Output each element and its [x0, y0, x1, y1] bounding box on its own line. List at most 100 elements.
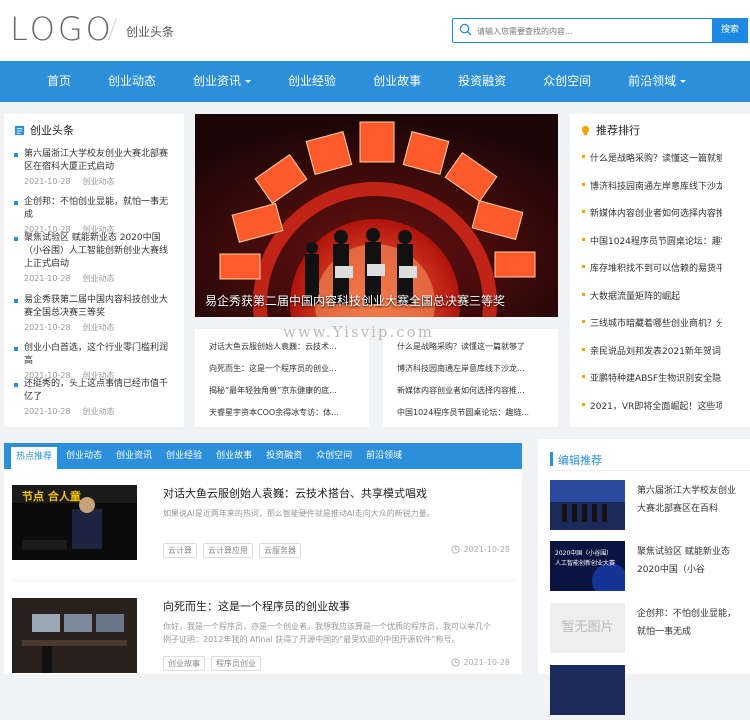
- category-tab[interactable]: 创业资讯: [111, 443, 157, 469]
- article-tag[interactable]: 云计算应用: [203, 543, 253, 558]
- editor-divider: [550, 470, 750, 471]
- headline-item[interactable]: 创业小白首选，这个行业零门槛利润高 2021-10-28 创业动态: [14, 342, 174, 381]
- site-slogan: 创业头条: [126, 25, 175, 39]
- category-tab[interactable]: 创业故事: [211, 443, 257, 469]
- nav-item[interactable]: 投资融资: [446, 61, 518, 102]
- headline-item-title[interactable]: 易企秀获第二届中国内容科技创业大赛全国总决赛三等奖: [14, 294, 174, 320]
- editor-thumbnail[interactable]: 暂无图片: [550, 603, 625, 653]
- site-logo[interactable]: LOGO: [10, 10, 114, 48]
- article-card[interactable]: 向死而生：这是一个程序员的创业故事 你好，我是一个程序员，亦是一个创业者。我想我…: [4, 582, 522, 674]
- article-tag[interactable]: 云服务器: [259, 543, 301, 558]
- headline-item-title[interactable]: 创业小白首选，这个行业零门槛利润高: [14, 342, 174, 368]
- search-input[interactable]: [477, 23, 707, 39]
- editor-item[interactable]: [550, 665, 740, 720]
- rank-item[interactable]: 大数据流量矩阵的崛起: [582, 289, 722, 302]
- sub-list-item[interactable]: 什么是战略采购？读懂这一篇就够了: [397, 341, 547, 352]
- article-card[interactable]: 节点 合人童 对话大鱼云服创始人袁巍：云技术搭台、共享模式唱戏 如果说AI是近两…: [4, 469, 522, 589]
- category-tab[interactable]: 前沿领域: [361, 443, 407, 469]
- article-thumbnail[interactable]: 节点 合人童: [12, 485, 137, 560]
- editor-thumbnail[interactable]: 2020中国（小谷围） 人工智能创新创业大赛: [550, 541, 625, 591]
- editor-item[interactable]: 暂无图片 企创邦：不怕创业显能，就怕一事无成: [550, 603, 740, 658]
- headline-item-category[interactable]: 创业动态: [83, 177, 115, 186]
- thumb-text: 人工智能创新创业大赛: [555, 559, 615, 567]
- nav-item[interactable]: 创业经验: [276, 61, 348, 102]
- headline-item-title[interactable]: 还挺秀的，头上这点事情已经市值千亿了: [14, 378, 174, 404]
- nav-item[interactable]: 首页: [35, 61, 83, 102]
- article-tag[interactable]: 云计算: [163, 543, 197, 558]
- article-divider: [14, 580, 514, 581]
- headline-item-meta: 2021-10-28 创业动态: [14, 273, 174, 284]
- feature-banner[interactable]: 易企秀获第二届中国内容科技创业大赛全国总决赛三等奖: [195, 114, 558, 317]
- article-title[interactable]: 对话大鱼云服创始人袁巍：云技术搭台、共享模式唱戏: [163, 485, 427, 501]
- headline-item-category[interactable]: 创业动态: [83, 323, 115, 332]
- thumb-image: 2020中国（小谷围） 人工智能创新创业大赛: [550, 541, 625, 591]
- editor-thumbnail[interactable]: [550, 665, 625, 715]
- nav-item[interactable]: 创业动态: [96, 61, 168, 102]
- category-tab[interactable]: 创业动态: [61, 443, 107, 469]
- headline-item[interactable]: 第六届浙江大学校友创业大赛北部赛区在宿科大厦正式启动 2021-10-28 创业动态: [14, 148, 174, 187]
- sub-list-item[interactable]: 揭秘“最年轻独角兽”京东健康的底...: [209, 385, 359, 396]
- no-image-placeholder: 暂无图片: [561, 620, 614, 635]
- headline-item[interactable]: 还挺秀的，头上这点事情已经市值千亿了 2021-10-28 创业动态: [14, 378, 174, 417]
- main-nav: 首页 创业动态 创业资讯 创业经验 创业故事 投资融资 众创空间 前沿领域: [0, 61, 750, 102]
- document-icon: [14, 125, 25, 135]
- sub-list-item[interactable]: 天睿星宇资本COO余得冰专访：体...: [209, 407, 359, 418]
- headline-item-date: 2021-10-28: [24, 323, 71, 332]
- nav-item[interactable]: 众创空间: [531, 61, 603, 102]
- rank-item[interactable]: 库存堆积找不到可以信赖的易货平: [582, 261, 722, 274]
- editor-thumbnail[interactable]: [550, 480, 625, 530]
- nav-item[interactable]: 创业资讯: [181, 61, 263, 102]
- headline-item[interactable]: 聚焦试验区 赋能新业态 2020中国（小谷围）人工智能创新创业大赛线上正式启动 2…: [14, 232, 174, 284]
- headline-item[interactable]: 企创邦：不怕创业显能，就怕一事无成 2021-10-28 创业动态: [14, 196, 174, 235]
- nav-item-label: 投资融资: [458, 74, 507, 88]
- search-icon: [459, 23, 472, 36]
- article-date-text: 2021-10-28: [463, 658, 511, 667]
- article-title[interactable]: 向死而生：这是一个程序员的创业故事: [163, 598, 350, 614]
- article-tag[interactable]: 创业故事: [163, 656, 205, 671]
- headline-item-meta: 2021-10-28 创业动态: [14, 322, 174, 333]
- category-tab[interactable]: 创业经验: [161, 443, 207, 469]
- sub-list-item[interactable]: 博济科技园南通左岸意库线下沙龙...: [397, 363, 547, 374]
- category-tab[interactable]: 热点推荐: [11, 447, 58, 469]
- headline-item-title[interactable]: 聚焦试验区 赋能新业态 2020中国（小谷围）人工智能创新创业大赛线上正式启动: [14, 232, 174, 271]
- sub-list-item[interactable]: 中国1024程序员节圆桌论坛：趣链...: [397, 407, 547, 418]
- rank-item[interactable]: 亲民说品刘邦发表2021新年贺词：为: [582, 344, 722, 357]
- article-desc: 如果说AI是近两年来的热词，那么智能硬件就是推动AI走向大众的新锐力量。: [163, 509, 435, 518]
- thumb-text: 2020中国（小谷围）: [555, 549, 612, 557]
- headline-item-title[interactable]: 企创邦：不怕创业显能，就怕一事无成: [14, 196, 174, 222]
- sub-list-item[interactable]: 新媒体内容创业者如何选择内容推...: [397, 385, 547, 396]
- category-tab[interactable]: 投资融资: [261, 443, 307, 469]
- headline-item-category[interactable]: 创业动态: [83, 407, 115, 416]
- sub-list-item[interactable]: 对话大鱼云服创始人袁巍：云技术...: [209, 341, 359, 352]
- rank-item[interactable]: 三线城市暗藏着哪些创业商机？分享: [582, 316, 722, 329]
- banner-caption[interactable]: 易企秀获第二届中国内容科技创业大赛全国总决赛三等奖: [205, 292, 505, 309]
- nav-item[interactable]: 前沿领域: [616, 61, 698, 102]
- rank-item[interactable]: 亚鹏特种建ABSF生物识别安全隐患: [582, 371, 722, 384]
- search-button[interactable]: 搜索: [712, 18, 748, 43]
- rank-item[interactable]: 新媒体内容创业者如何选择内容推广: [582, 206, 722, 219]
- rank-item[interactable]: 2021，VR即将全面崛起！这些项目抓: [582, 399, 722, 412]
- nav-item-label: 众创空间: [543, 74, 592, 88]
- article-tag[interactable]: 程序员创业: [211, 656, 261, 671]
- headline-item-title[interactable]: 第六届浙江大学校友创业大赛北部赛区在宿科大厦正式启动: [14, 148, 174, 174]
- rank-item[interactable]: 什么是战略采购？读懂这一篇就够了: [582, 151, 722, 164]
- article-date-text: 2021-10-28: [463, 545, 511, 554]
- sub-list-item[interactable]: 向死而生：这是一个程序员的创业...: [209, 363, 359, 374]
- editor-item-title[interactable]: 第六届浙江大学校友创业大赛北部赛区在百科: [637, 482, 742, 518]
- editor-item-title[interactable]: 聚焦试验区 赋能新业态 2020中国（小谷: [637, 543, 742, 579]
- top-header: LOGO 创业头条 搜索: [0, 0, 750, 61]
- headline-item-category[interactable]: 创业动态: [83, 274, 115, 283]
- sub-list-left: 对话大鱼云服创始人袁巍：云技术... 向死而生：这是一个程序员的创业... 揭秘“最…: [195, 329, 369, 427]
- rank-item[interactable]: 博济科技园南通左岸意库线下沙龙读: [582, 179, 722, 192]
- nav-item[interactable]: 创业故事: [361, 61, 433, 102]
- nav-item-label: 前沿领域: [628, 74, 677, 88]
- headline-item[interactable]: 易企秀获第二届中国内容科技创业大赛全国总决赛三等奖 2021-10-28 创业动态: [14, 294, 174, 333]
- editor-item-title[interactable]: 企创邦：不怕创业显能，就怕一事无成: [637, 605, 742, 641]
- category-tab[interactable]: 众创空间: [311, 443, 357, 469]
- rank-item[interactable]: 中国1024程序员节圆桌论坛：趣链科: [582, 234, 722, 247]
- article-thumbnail[interactable]: [12, 598, 137, 673]
- editor-item[interactable]: 第六届浙江大学校友创业大赛北部赛区在百科: [550, 480, 740, 535]
- sub-list-right: 什么是战略采购？读懂这一篇就够了 博济科技园南通左岸意库线下沙龙... 新媒体内容创…: [383, 329, 558, 427]
- editor-item[interactable]: 2020中国（小谷围） 人工智能创新创业大赛 聚焦试验区 赋能新业态 2020中…: [550, 541, 740, 596]
- headline-panel: 创业头条 第六届浙江大学校友创业大赛北部赛区在宿科大厦正式启动 2021-10-2…: [4, 114, 184, 427]
